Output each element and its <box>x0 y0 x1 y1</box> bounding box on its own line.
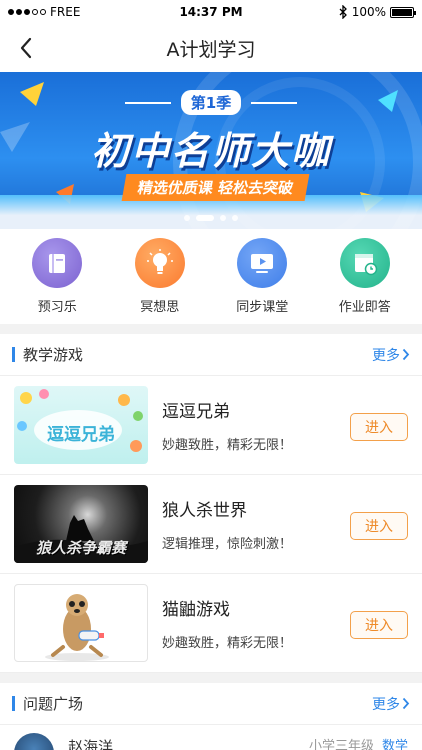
quick-item-homework[interactable]: 作业即答 <box>325 238 405 315</box>
section-separator <box>0 673 422 683</box>
quick-label: 作业即答 <box>338 300 391 315</box>
questions-more-link[interactable]: 更多 <box>372 694 410 714</box>
questions-section-header: 问题广场 更多 <box>0 683 422 725</box>
quick-nav: 预习乐 冥想思 同步课堂 作业即答 <box>0 229 422 324</box>
question-author: 赵海洋 <box>68 737 114 750</box>
game-thumbnail: 逗逗兄弟 <box>14 386 148 464</box>
calendar-clock-icon <box>339 238 390 288</box>
battery-icon <box>390 6 416 18</box>
chevron-left-icon <box>20 37 32 59</box>
games-section-header: 教学游戏 更多 <box>0 334 422 376</box>
section-title: 教学游戏 <box>23 346 84 364</box>
game-row[interactable]: 猫鼬游戏 妙趣致胜，精彩无限！ 进入 <box>0 574 422 673</box>
quick-item-preview[interactable]: 预习乐 <box>17 238 97 315</box>
back-button[interactable] <box>10 32 42 64</box>
banner-page-dot[interactable] <box>196 215 214 221</box>
bluetooth-icon <box>339 5 347 19</box>
banner-page-dot[interactable] <box>220 215 226 221</box>
game-row[interactable]: 狼人杀争霸赛 狼人杀世界 逻辑推理，惊险刺激！ 进入 <box>0 475 422 574</box>
game-thumbnail: 狼人杀争霸赛 <box>14 485 148 563</box>
video-player-icon <box>237 238 288 288</box>
battery-percent: 100% <box>351 5 386 19</box>
enter-button[interactable]: 进入 <box>350 512 408 540</box>
games-more-link[interactable]: 更多 <box>372 345 410 365</box>
page-title: A计划学习 <box>166 38 256 61</box>
promo-banner[interactable]: 第1季 初中名师大咖 精选优质课 轻松去突破 <box>0 72 422 229</box>
signal-strength-icon <box>8 9 46 15</box>
enter-button[interactable]: 进入 <box>350 413 408 441</box>
question-row[interactable]: 赵海洋 小学三年级 数学 <box>0 725 422 750</box>
season-line: 第1季 <box>0 90 422 115</box>
more-label: 更多 <box>372 347 400 364</box>
banner-page-dot[interactable] <box>232 215 238 221</box>
section-marker <box>12 696 15 711</box>
status-right: 100% <box>339 5 416 19</box>
meerkat-illustration <box>45 594 109 661</box>
chevron-right-icon <box>402 697 410 710</box>
banner-title: 初中名师大咖 <box>90 129 331 173</box>
nav-bar: A计划学习 <box>0 24 422 72</box>
question-subject: 数学 <box>381 739 408 750</box>
status-bar: FREE 14:37 PM 100% <box>0 0 422 24</box>
game-thumb-title: 狼人杀争霸赛 <box>35 539 126 557</box>
avatar[interactable] <box>14 733 54 750</box>
more-label: 更多 <box>372 696 400 713</box>
game-thumbnail <box>14 584 148 662</box>
banner-page-dot[interactable] <box>184 215 190 221</box>
book-icon <box>32 238 83 288</box>
carrier-label: FREE <box>50 5 81 19</box>
section-title-wrap: 问题广场 <box>12 693 83 714</box>
quick-label: 冥想思 <box>140 300 180 315</box>
quick-label: 同步课堂 <box>236 300 289 315</box>
enter-button[interactable]: 进入 <box>350 611 408 639</box>
section-marker <box>12 347 15 362</box>
quick-item-meditate[interactable]: 冥想思 <box>120 238 200 315</box>
chevron-right-icon <box>402 348 410 361</box>
quick-item-sync-class[interactable]: 同步课堂 <box>222 238 302 315</box>
question-grade: 小学三年级 <box>308 739 374 750</box>
game-thumb-title: 逗逗兄弟 <box>47 425 115 445</box>
season-tag: 第1季 <box>180 90 242 115</box>
game-row[interactable]: 逗逗兄弟 逗逗兄弟 妙趣致胜，精彩无限！ 进入 <box>0 376 422 475</box>
banner-subtitle: 精选优质课 轻松去突破 <box>121 174 310 201</box>
quick-label: 预习乐 <box>37 300 77 315</box>
section-title-wrap: 教学游戏 <box>12 344 83 365</box>
status-left: FREE <box>8 5 80 19</box>
section-title: 问题广场 <box>23 695 84 713</box>
lightbulb-icon <box>134 238 185 288</box>
section-separator <box>0 324 422 334</box>
banner-pagination[interactable] <box>0 215 422 221</box>
